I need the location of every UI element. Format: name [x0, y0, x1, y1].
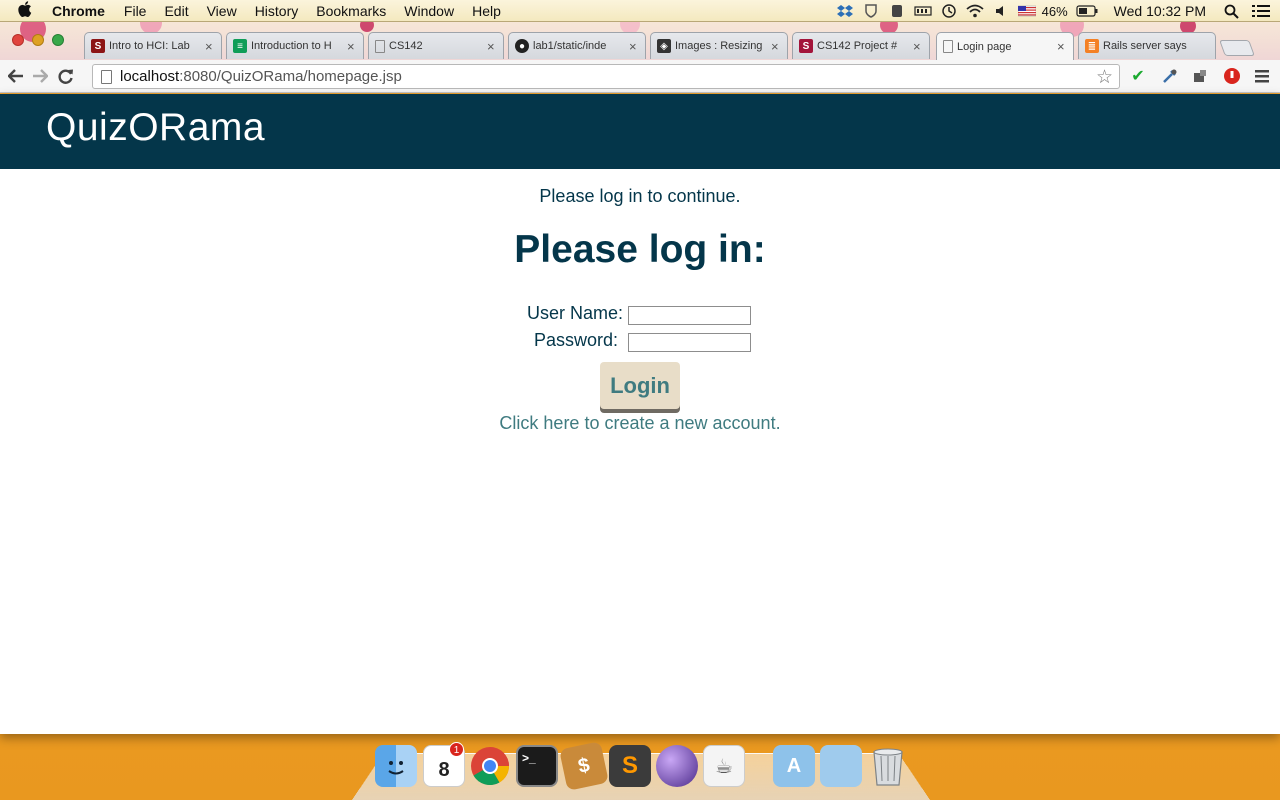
time-machine-icon[interactable] [940, 4, 958, 18]
chrome-icon[interactable] [469, 745, 511, 787]
tab-title: Intro to HCI: Lab [109, 40, 190, 52]
stamps-icon[interactable]: $ [559, 741, 609, 791]
page-viewport: QuizORama Please log in to continue. Ple… [0, 94, 1280, 734]
tab-title: Login page [957, 40, 1012, 53]
back-arrow-icon[interactable] [5, 65, 27, 87]
theme-flower-decoration [360, 22, 374, 32]
sublime-text-icon[interactable]: S [609, 745, 651, 787]
menu-view[interactable]: View [207, 3, 237, 19]
password-input[interactable] [628, 333, 751, 352]
tool-icon: ◈ [657, 39, 671, 53]
login-heading: Please log in: [514, 228, 766, 271]
tab-close-icon[interactable]: × [771, 39, 781, 54]
sheets-icon: ≡ [233, 39, 247, 53]
calendar-badge: 1 [449, 742, 464, 757]
notification-list-icon[interactable] [1252, 4, 1270, 18]
status-area: 46% Wed 10:32 PM [828, 0, 1270, 22]
bookmark-star-icon[interactable]: ☆ [1096, 66, 1113, 89]
adblock-extension-icon[interactable] [1222, 66, 1242, 86]
menu-clock[interactable]: Wed 10:32 PM [1114, 3, 1206, 19]
site-logo[interactable]: QuizORama [46, 106, 265, 150]
eclipse-icon[interactable] [656, 745, 698, 787]
tab-images-resizing[interactable]: ◈ Images : Resizing × [650, 32, 788, 59]
shield-icon[interactable] [862, 4, 880, 18]
tab-title: Images : Resizing [675, 40, 763, 52]
trash-icon[interactable] [867, 745, 909, 787]
apple-menu-icon[interactable] [18, 1, 38, 20]
flag-icon[interactable] [1017, 4, 1036, 18]
window-minimize-button[interactable] [32, 34, 44, 46]
page-icon [375, 39, 385, 53]
forward-arrow-icon[interactable] [29, 65, 51, 87]
tab-introduction-to-h[interactable]: ≡ Introduction to H × [226, 32, 364, 59]
tab-lab1-static[interactable]: ● lab1/static/inde × [508, 32, 646, 59]
window-close-button[interactable] [12, 34, 24, 46]
site-header: QuizORama [0, 94, 1280, 169]
tab-login-page[interactable]: Login page × [936, 32, 1074, 60]
login-button[interactable]: Login [600, 362, 680, 409]
documents-folder-icon[interactable] [820, 745, 862, 787]
check-extension-icon[interactable]: ✔ [1128, 66, 1148, 86]
s-icon: S [799, 39, 813, 53]
username-label: User Name: [527, 303, 624, 323]
username-input[interactable] [628, 306, 751, 325]
tab-rails-server[interactable]: ≣ Rails server says [1078, 32, 1216, 59]
applications-folder-icon[interactable]: A [773, 745, 815, 787]
tab-title: CS142 Project # [817, 40, 898, 52]
tab-strip: S Intro to HCI: Lab × ≡ Introduction to … [0, 22, 1280, 60]
create-account-link[interactable]: Click here to create a new account. [0, 413, 1280, 434]
spotlight-search-icon[interactable] [1222, 4, 1240, 19]
stack-icon: ≣ [1085, 39, 1099, 53]
puzzle-extension-icon[interactable] [1190, 66, 1210, 86]
tab-cs142[interactable]: CS142 × [368, 32, 504, 59]
menu-history[interactable]: History [255, 3, 299, 19]
tab-title: lab1/static/inde [533, 40, 607, 52]
finder-icon[interactable] [375, 745, 417, 787]
window-zoom-button[interactable] [52, 34, 64, 46]
password-label: Password: [534, 330, 619, 350]
battery-icon[interactable] [1076, 4, 1098, 18]
menu-bar: Chrome File Edit View History Bookmarks … [0, 0, 1280, 22]
tab-close-icon[interactable]: × [1057, 39, 1067, 54]
volume-icon[interactable] [992, 4, 1010, 18]
url-path: :8080/QuizORama/homepage.jsp [179, 68, 402, 85]
tab-close-icon[interactable]: × [629, 39, 639, 54]
battery-percent: 46% [1041, 3, 1068, 19]
wifi-icon[interactable] [966, 4, 984, 18]
preview-icon[interactable]: ☕ [703, 745, 745, 787]
page-info-icon[interactable] [101, 69, 112, 84]
tab-title: Introduction to H [251, 40, 332, 52]
menu-edit[interactable]: Edit [164, 3, 188, 19]
tab-close-icon[interactable]: × [347, 39, 357, 54]
menu-window[interactable]: Window [404, 3, 454, 19]
dropbox-icon[interactable] [836, 4, 854, 18]
address-bar[interactable]: localhost:8080/QuizORama/homepage.jsp ☆ [92, 64, 1120, 89]
eyedropper-extension-icon[interactable] [1160, 66, 1180, 86]
stanford-icon: S [91, 39, 105, 53]
new-tab-button[interactable] [1219, 40, 1255, 56]
tab-title: CS142 [389, 40, 423, 52]
evernote-icon[interactable] [888, 4, 906, 18]
menu-app-name[interactable]: Chrome [52, 3, 105, 19]
terminal-icon[interactable]: >_ [516, 745, 558, 787]
calendar-day: 8 [438, 758, 450, 781]
login-notice: Please log in to continue. [539, 186, 741, 206]
tab-close-icon[interactable]: × [913, 39, 923, 54]
reload-icon[interactable] [55, 65, 77, 87]
tab-close-icon[interactable]: × [487, 39, 497, 54]
tab-close-icon[interactable]: × [205, 39, 215, 54]
menu-help[interactable]: Help [472, 3, 501, 19]
tab-cs142-project[interactable]: S CS142 Project # × [792, 32, 930, 59]
github-icon: ● [515, 39, 529, 53]
url-host: localhost [120, 68, 180, 85]
chrome-menu-icon[interactable] [1252, 66, 1272, 86]
page-icon [943, 40, 953, 53]
menu-bookmarks[interactable]: Bookmarks [316, 3, 386, 19]
battery-meter-icon[interactable] [914, 4, 932, 18]
menu-file[interactable]: File [124, 3, 147, 19]
tab-title: Rails server says [1103, 40, 1187, 52]
tab-intro-to-hci[interactable]: S Intro to HCI: Lab × [84, 32, 222, 59]
